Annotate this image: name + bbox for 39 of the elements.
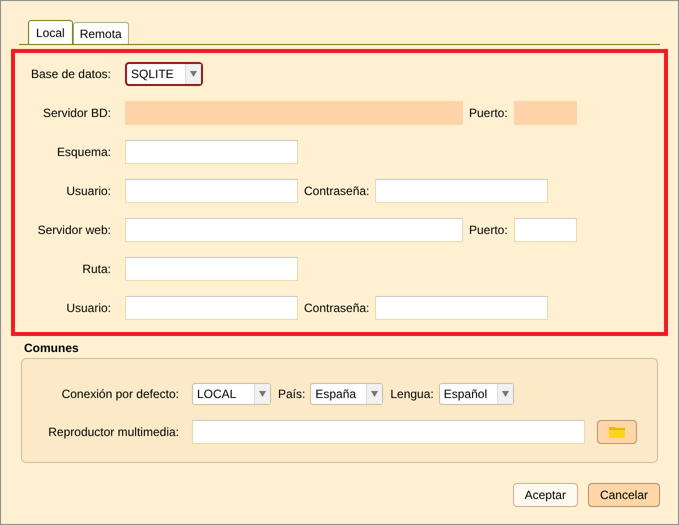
input-field[interactable]: [125, 179, 298, 203]
input-field[interactable]: [125, 218, 463, 242]
input-field[interactable]: [514, 218, 577, 242]
field-label: Contraseña:: [304, 183, 370, 200]
dropdown[interactable]: LOCAL: [192, 383, 271, 405]
tab[interactable]: Local: [28, 20, 73, 44]
section-title: Comunes: [24, 341, 80, 355]
input-field[interactable]: [125, 140, 298, 164]
input-field[interactable]: [125, 257, 298, 281]
input-field[interactable]: [192, 420, 585, 444]
caret-icon: [371, 391, 378, 397]
field-label: Usuario:: [65, 183, 111, 200]
field-label: Usuario:: [65, 300, 111, 317]
folder-button[interactable]: [597, 420, 637, 444]
field-label: Lengua:: [390, 386, 434, 403]
dialog-button[interactable]: Cancelar: [588, 483, 660, 507]
field-label: Contraseña:: [304, 300, 370, 317]
input-field[interactable]: [375, 179, 548, 203]
field-label: Servidor BD:: [42, 105, 111, 122]
caret-icon: [190, 71, 197, 77]
field-label: Base de datos:: [30, 66, 111, 83]
input-field[interactable]: [125, 296, 298, 320]
field-label: Conexión por defecto:: [60, 386, 179, 403]
dialog-button[interactable]: Aceptar: [512, 483, 578, 507]
field-label: Ruta:: [81, 261, 111, 278]
field-label: Esquema:: [56, 144, 111, 161]
field-label: País:: [278, 386, 306, 403]
caret-icon: [502, 391, 509, 397]
field-label: Puerto:: [469, 222, 508, 239]
field-label: Reproductor multimedia:: [47, 424, 179, 441]
dropdown[interactable]: SQLITE: [125, 62, 203, 86]
input-field[interactable]: [375, 296, 548, 320]
tab[interactable]: Remota: [72, 22, 129, 44]
folder-icon: [609, 426, 625, 438]
dropdown[interactable]: Español: [438, 383, 514, 405]
field-label: Servidor web:: [36, 222, 111, 239]
field-label: Puerto:: [469, 105, 508, 122]
caret-icon: [259, 391, 266, 397]
dropdown[interactable]: España: [310, 383, 384, 405]
